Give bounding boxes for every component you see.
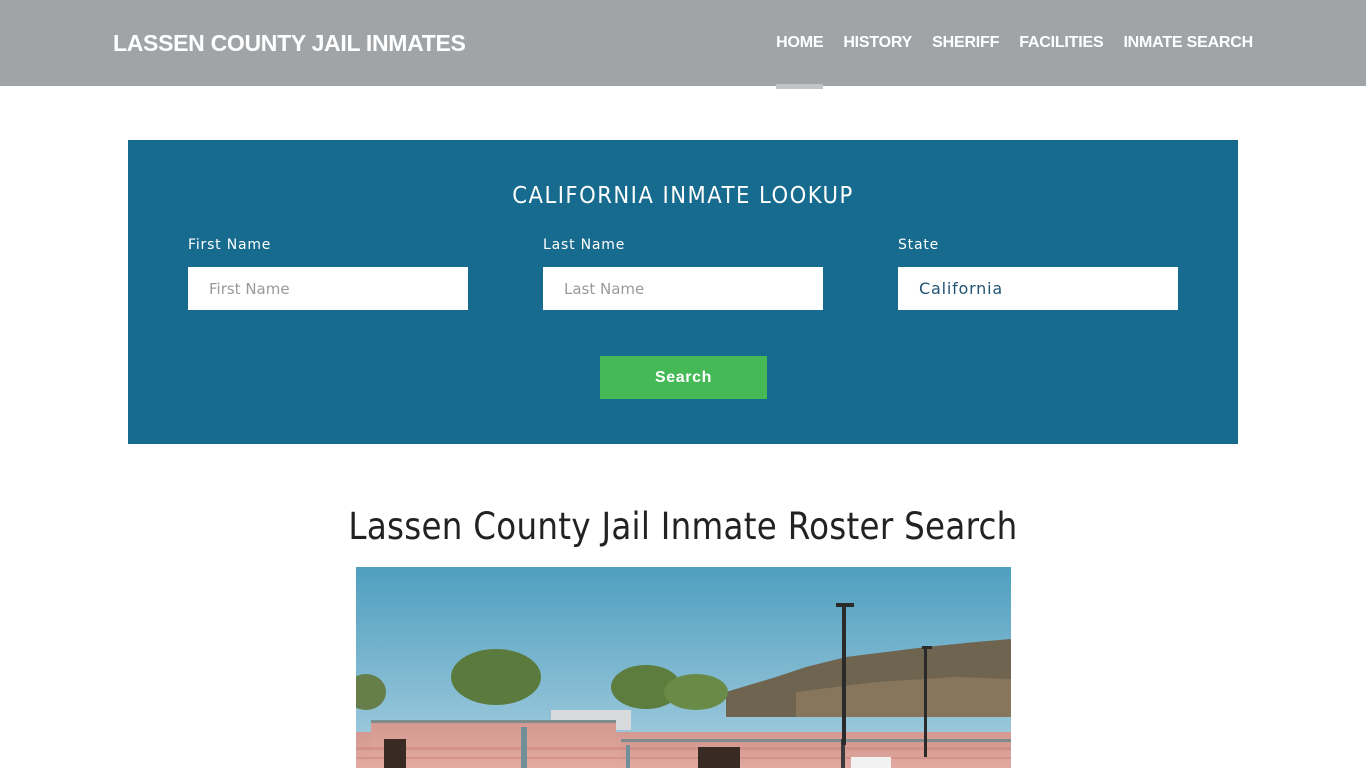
nav-sheriff[interactable]: SHERIFF (932, 0, 999, 52)
inmate-lookup-panel: CALIFORNIA INMATE LOOKUP First Name Last… (128, 140, 1238, 444)
site-header: LASSEN COUNTY JAIL INMATES HOME HISTORY … (0, 0, 1366, 89)
jail-building-photo (356, 567, 1011, 768)
lookup-title: CALIFORNIA INMATE LOOKUP (512, 183, 854, 209)
last-name-group: Last Name (543, 237, 823, 310)
tree (451, 649, 541, 705)
state-label: State (898, 237, 940, 253)
last-name-label: Last Name (543, 237, 626, 253)
first-name-input[interactable] (188, 267, 468, 310)
site-logo[interactable]: LASSEN COUNTY JAIL INMATES (113, 30, 466, 57)
page-title: Lassen County Jail Inmate Roster Search (348, 505, 1018, 548)
search-button[interactable]: Search (600, 356, 767, 399)
main-nav: HOME HISTORY SHERIFF FACILITIES INMATE S… (776, 0, 1253, 89)
first-name-group: First Name (188, 237, 468, 310)
nav-facilities[interactable]: FACILITIES (1019, 0, 1103, 52)
nav-history[interactable]: HISTORY (843, 0, 912, 52)
first-name-label: First Name (188, 237, 272, 253)
state-group: State California (898, 237, 1178, 310)
doorway (384, 739, 406, 768)
last-name-input[interactable] (543, 267, 823, 310)
nav-inmate-search[interactable]: INMATE SEARCH (1123, 0, 1253, 52)
jail-photo-illustration (356, 567, 1011, 768)
state-select[interactable]: California (898, 267, 1178, 310)
nav-home[interactable]: HOME (776, 0, 824, 89)
